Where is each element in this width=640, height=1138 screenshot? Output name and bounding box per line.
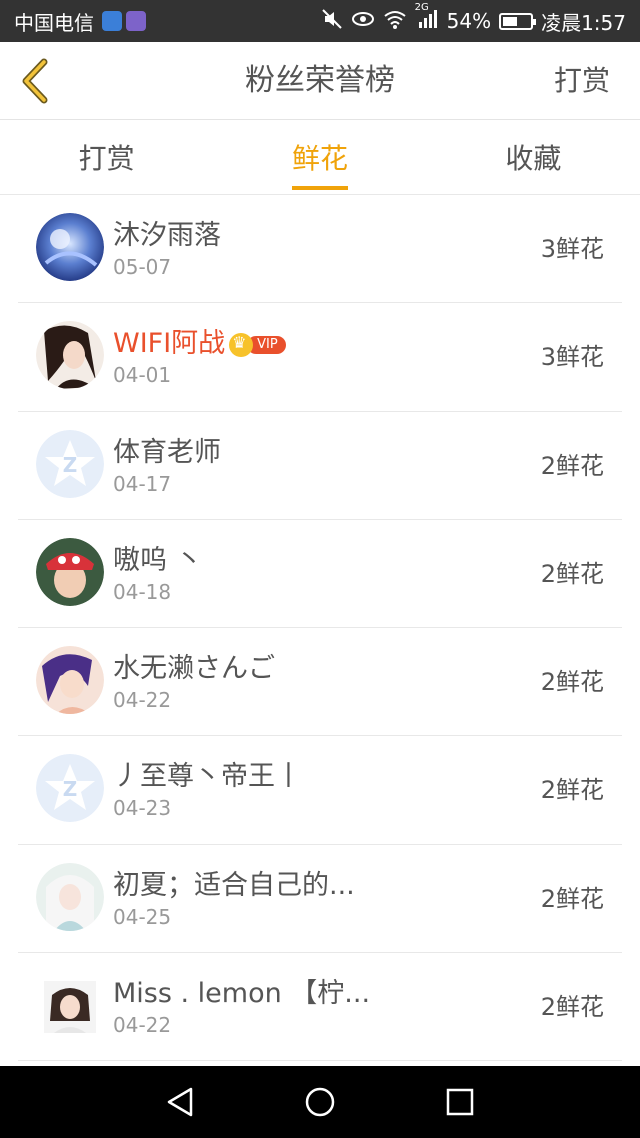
list-item[interactable]: 水无濑さんご 04-22 2鲜花 [18, 628, 622, 737]
list-item[interactable]: 初夏；适合自己的... 04-25 2鲜花 [18, 845, 622, 954]
avatar[interactable] [36, 321, 104, 390]
avatar[interactable] [36, 862, 104, 931]
status-bar: 中国电信 2G 54% 凌晨1:57 [0, 0, 640, 42]
nav-back-button[interactable] [160, 1082, 200, 1122]
avatar[interactable] [36, 213, 104, 281]
status-right: 2G 54% 凌晨1:57 [321, 2, 640, 36]
flower-count: 2鲜花 [540, 668, 604, 697]
fan-name: Miss . lemon 【柠... [113, 978, 371, 1010]
circle-home-icon [305, 1087, 335, 1117]
vip-badge: VIP [229, 332, 286, 357]
flower-count: 2鲜花 [540, 993, 604, 1022]
app-header: 粉丝荣誉榜 打赏 [0, 42, 640, 120]
fan-name: 初夏；适合自己的... [113, 869, 355, 901]
fan-name: 丿至尊丶帝王丨 [113, 761, 302, 793]
list-item[interactable]: Z 体育老师 04-17 2鲜花 [18, 412, 622, 520]
list-item[interactable]: 沐汐雨落 05-07 3鲜花 [18, 195, 622, 304]
list-item[interactable]: WIFI阿战VIP 04-01 3鲜花 [18, 303, 622, 412]
fan-ranking-list: 沐汐雨落 05-07 3鲜花 WIFI阿战VIP 04-01 3鲜花 Z 体育老 [0, 195, 640, 1062]
network-type: 2G [414, 1, 429, 13]
tab-label: 收藏 [505, 142, 562, 175]
search-app-icon [126, 11, 146, 31]
fan-date: 04-22 [113, 688, 172, 713]
fan-date: 04-01 [113, 363, 172, 388]
fan-name: 嗷呜 丶 [113, 544, 203, 576]
tab-flowers[interactable]: 鲜花 [213, 121, 426, 194]
battery-icon [499, 12, 537, 30]
list-item[interactable]: 嗷呜 丶 04-18 2鲜花 [18, 520, 622, 629]
avatar[interactable] [44, 981, 96, 1034]
flower-count: 2鲜花 [540, 559, 604, 588]
avatar[interactable]: Z [36, 429, 104, 498]
fan-name-vip: WIFI阿战VIP [113, 321, 286, 360]
battery-fill [503, 16, 518, 26]
avatar[interactable]: Z [36, 754, 104, 823]
wifi-icon [383, 8, 407, 35]
mute-icon [321, 8, 343, 35]
fan-date: 04-18 [113, 579, 172, 604]
fan-name: 沐汐雨落 [113, 220, 221, 251]
tab-reward[interactable]: 打赏 [0, 121, 213, 194]
fan-date: 04-23 [113, 796, 172, 821]
system-nav-bar [0, 1066, 640, 1138]
reward-button[interactable]: 打赏 [554, 42, 610, 120]
list-item[interactable]: Miss . lemon 【柠... 04-22 2鲜花 [18, 953, 622, 1062]
tab-favorites[interactable]: 收藏 [427, 121, 640, 194]
avatar[interactable] [36, 537, 104, 606]
page-title: 粉丝荣誉榜 [245, 63, 395, 98]
signal-icon: 2G [415, 2, 439, 35]
fan-name: WIFI阿战 [113, 328, 226, 360]
clock: 凌晨1:57 [541, 10, 626, 35]
fan-date: 05-07 [113, 255, 172, 279]
flower-count: 2鲜花 [540, 884, 604, 913]
flower-count: 2鲜花 [540, 776, 604, 805]
fan-date: 04-22 [113, 1013, 172, 1038]
battery-percent: 54% [446, 9, 492, 33]
list-item[interactable]: Z 丿至尊丶帝王丨 04-23 2鲜花 [18, 736, 622, 845]
fan-name: 体育老师 [113, 436, 221, 468]
tab-bar: 打赏 鲜花 收藏 [0, 121, 640, 195]
tab-label: 打赏 [78, 142, 135, 175]
svg-text:Z: Z [63, 777, 78, 801]
nav-recents-button[interactable] [440, 1082, 480, 1122]
avatar[interactable] [36, 646, 104, 715]
carrier-label: 中国电信 [14, 10, 94, 35]
fan-date: 04-17 [113, 471, 172, 496]
fan-date: 04-25 [113, 904, 172, 929]
active-tab-indicator [291, 186, 348, 190]
nav-home-button[interactable] [300, 1082, 340, 1122]
flower-count: 2鲜花 [540, 451, 604, 480]
flower-count: 3鲜花 [540, 343, 604, 372]
shield-app-icon [102, 11, 122, 31]
status-left: 中国电信 [0, 7, 146, 36]
eye-icon [351, 8, 375, 35]
svg-text:Z: Z [63, 453, 78, 477]
square-recents-icon [446, 1088, 474, 1116]
tab-label: 鲜花 [291, 142, 348, 175]
crown-icon [229, 332, 254, 357]
flower-count: 3鲜花 [540, 235, 604, 263]
triangle-back-icon [167, 1087, 193, 1117]
fan-name: 水无濑さんご [113, 653, 275, 685]
